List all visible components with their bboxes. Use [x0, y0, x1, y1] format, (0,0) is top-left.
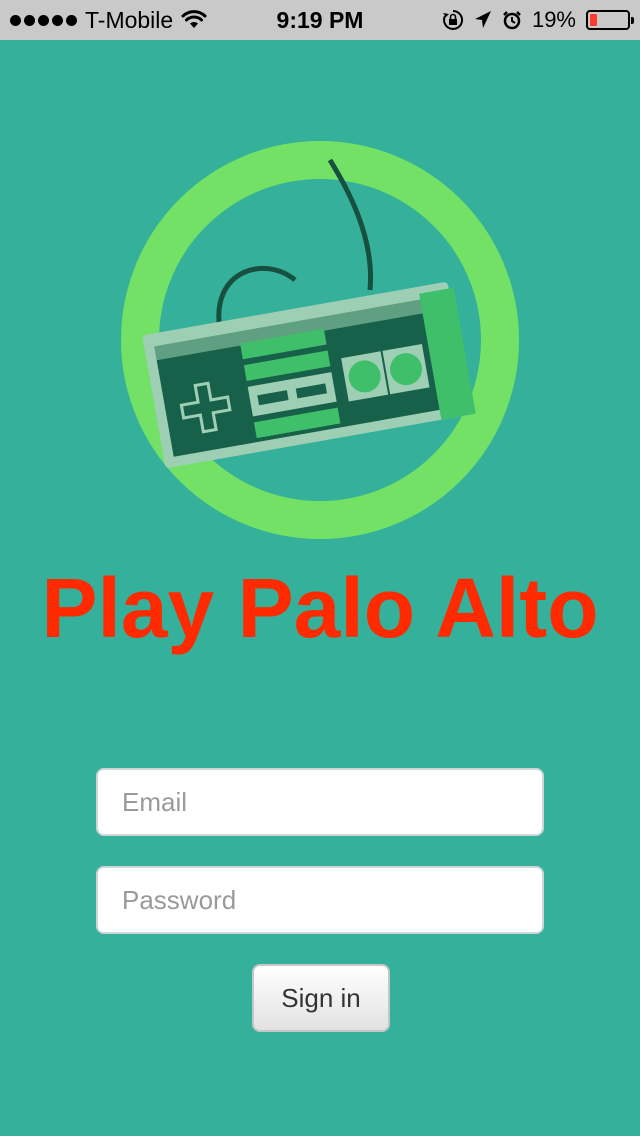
email-field[interactable]	[96, 768, 544, 836]
status-bar: T-Mobile 9:19 PM 19%	[0, 0, 640, 40]
sign-in-button[interactable]: Sign in	[252, 964, 390, 1032]
app-title: Play Palo Alto	[41, 561, 599, 655]
location-arrow-icon	[474, 11, 491, 28]
game-controller-icon	[121, 141, 519, 539]
battery-percent: 19%	[531, 7, 576, 32]
battery-icon	[586, 10, 634, 30]
alarm-icon	[503, 11, 521, 30]
rotation-lock-icon	[442, 9, 463, 30]
status-right: 19%	[442, 0, 634, 40]
password-field[interactable]	[96, 866, 544, 934]
battery-fill	[590, 14, 597, 26]
